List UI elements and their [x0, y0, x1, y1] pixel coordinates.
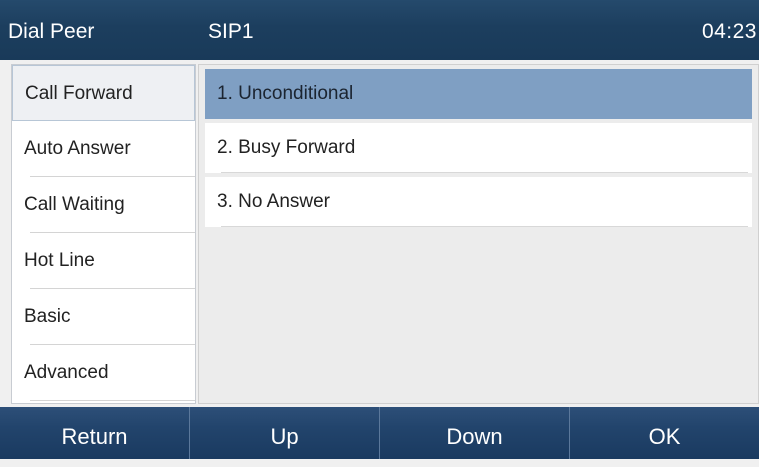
down-button[interactable]: Down	[379, 407, 569, 459]
settings-sidebar: Call Forward Auto Answer Call Waiting Ho…	[11, 64, 196, 404]
sidebar-item-call-forward[interactable]: Call Forward	[12, 65, 195, 121]
option-no-answer[interactable]: 3. No Answer	[205, 177, 752, 227]
clock: 04:23	[701, 20, 757, 43]
return-button[interactable]: Return	[0, 407, 189, 459]
option-busy-forward[interactable]: 2. Busy Forward	[205, 123, 752, 173]
ok-button[interactable]: OK	[569, 407, 759, 459]
up-button[interactable]: Up	[189, 407, 379, 459]
app-title: Dial Peer	[8, 20, 95, 43]
sidebar-item-auto-answer[interactable]: Auto Answer	[12, 121, 195, 177]
softkey-bar: Return Up Down OK	[0, 407, 759, 459]
sidebar-item-advanced[interactable]: Advanced	[12, 345, 195, 401]
sidebar-item-hot-line[interactable]: Hot Line	[12, 233, 195, 289]
account-label: SIP1	[208, 20, 254, 43]
sidebar-item-basic[interactable]: Basic	[12, 289, 195, 345]
forward-options-list: 1. Unconditional 2. Busy Forward 3. No A…	[198, 64, 759, 404]
title-bar: Dial Peer SIP1 04:23	[0, 0, 759, 60]
option-unconditional[interactable]: 1. Unconditional	[205, 69, 752, 119]
sidebar-item-call-waiting[interactable]: Call Waiting	[12, 177, 195, 233]
